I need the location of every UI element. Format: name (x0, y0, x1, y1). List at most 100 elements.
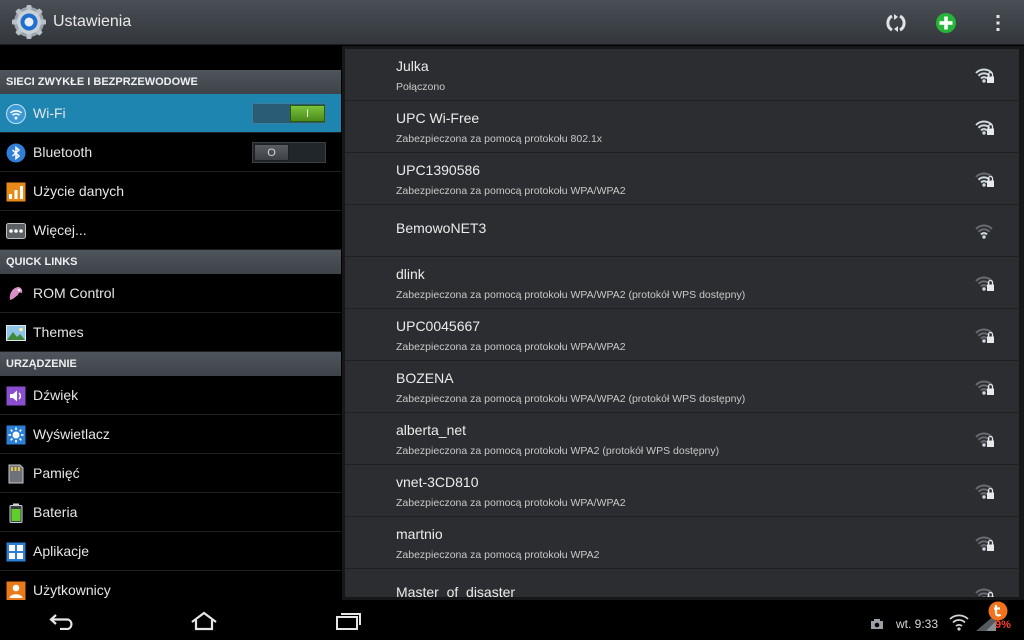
wifi-signal-lock-icon (973, 169, 995, 189)
sidebar-item-label: ROM Control (33, 285, 115, 301)
sidebar-item-users[interactable]: Użytkownicy (0, 571, 341, 600)
wifi-panel: Julka Połączono UPC Wi-Free Zabezpieczona z… (342, 46, 1024, 600)
network-status: Zabezpieczona za pomocą protokołu WPA/WP… (396, 185, 626, 197)
section-header-device: URZĄDZENIE (0, 352, 341, 376)
sidebar-item-label: Więcej... (33, 222, 87, 238)
network-status: Zabezpieczona za pomocą protokołu WPA2 (396, 549, 600, 561)
wifi-signal-lock-icon (973, 585, 995, 597)
wifi-network-row[interactable]: martnio Zabezpieczona za pomocą protokołu… (345, 517, 1019, 569)
screenshot-notification-icon[interactable] (870, 617, 884, 635)
network-name: UPC0045667 (396, 318, 481, 334)
wifi-toggle[interactable]: I (252, 103, 326, 124)
network-status: Zabezpieczona za pomocą protokołu WPA/WP… (396, 341, 626, 353)
section-header-quick-links: QUICK LINKS (0, 250, 341, 274)
sidebar-item-wifi[interactable]: Wi-Fi I (0, 94, 341, 133)
action-bar: Ustawienia (0, 0, 1024, 45)
sidebar-item-label: Wyświetlacz (33, 426, 110, 442)
bluetooth-icon (6, 143, 26, 163)
back-arrow-icon[interactable] (42, 606, 82, 636)
bluetooth-toggle[interactable]: O (252, 142, 326, 163)
wifi-signal-lock-icon (973, 429, 995, 449)
sidebar-item-label: Wi-Fi (33, 105, 66, 121)
more-dots-icon (6, 221, 26, 241)
users-icon (6, 581, 26, 600)
wifi-network-row[interactable]: BOZENA Zabezpieczona za pomocą protokołu … (345, 361, 1019, 413)
settings-gear-icon[interactable] (11, 4, 47, 40)
sidebar-item-label: Użycie danych (33, 183, 125, 199)
toggle-knob: I (290, 105, 325, 122)
wifi-network-row[interactable]: UPC1390586 Zabezpieczona za pomocą protok… (345, 153, 1019, 205)
app-title: Ustawienia (53, 13, 132, 30)
wifi-signal-lock-icon (973, 377, 995, 397)
settings-sidebar: SIECI ZWYKŁE I BEZPRZEWODOWE Wi-Fi I Blu… (0, 46, 341, 600)
battery-percentage: 9% (995, 619, 1011, 631)
sidebar-item-bluetooth[interactable]: Bluetooth O (0, 133, 341, 172)
themes-icon (6, 323, 26, 343)
sound-icon (6, 386, 26, 406)
home-icon[interactable] (184, 606, 224, 636)
battery-icon (6, 503, 26, 523)
wifi-icon (6, 104, 26, 124)
settings-screen: Ustawienia SIECI ZWYKŁE I BEZPRZEWODOWE … (0, 0, 1024, 640)
status-wifi-icon (949, 613, 969, 636)
sidebar-item-label: Użytkownicy (33, 582, 111, 598)
wifi-network-row[interactable]: dlink Zabezpieczona za pomocą protokołu W… (345, 257, 1019, 309)
recent-apps-icon[interactable] (328, 606, 368, 636)
sidebar-item-battery[interactable]: Bateria (0, 493, 341, 532)
network-name: BOZENA (396, 370, 454, 386)
sidebar-item-more[interactable]: Więcej... (0, 211, 341, 250)
network-status: Zabezpieczona za pomocą protokołu WPA/WP… (396, 289, 746, 301)
data-usage-icon (6, 182, 26, 202)
network-name: UPC1390586 (396, 162, 481, 178)
sidebar-item-rom-control[interactable]: ROM Control (0, 274, 341, 313)
network-name: dlink (396, 266, 425, 282)
wifi-network-list[interactable]: Julka Połączono UPC Wi-Free Zabezpieczona z… (345, 49, 1019, 597)
rom-control-icon (6, 284, 26, 304)
sidebar-item-label: Bluetooth (33, 144, 93, 160)
apps-icon (6, 542, 26, 562)
network-status: Zabezpieczona za pomocą protokołu 802.1x (396, 133, 603, 145)
network-name: vnet-3CD810 (396, 474, 479, 490)
network-name: Master_of_disaster (396, 584, 516, 597)
network-status: Zabezpieczona za pomocą protokołu WPA/WP… (396, 497, 626, 509)
network-status: Połączono (396, 81, 446, 93)
network-status: Zabezpieczona za pomocą protokołu WPA2 (… (396, 445, 720, 457)
storage-icon (6, 464, 26, 484)
sidebar-item-sound[interactable]: Dźwięk (0, 376, 341, 415)
wifi-network-row[interactable]: alberta_net Zabezpieczona za pomocą proto… (345, 413, 1019, 465)
sidebar-item-label: Themes (33, 324, 84, 340)
plus-circle-icon[interactable] (931, 8, 961, 38)
vertical-ellipsis-icon[interactable] (983, 8, 1013, 38)
sidebar-item-storage[interactable]: Pamięć (0, 454, 341, 493)
network-name: UPC Wi-Free (396, 110, 480, 126)
wifi-signal-lock-icon (973, 481, 995, 501)
status-clock[interactable]: wt. 9:33 (896, 617, 938, 631)
sidebar-item-label: Pamięć (33, 465, 80, 481)
sidebar-item-display[interactable]: Wyświetlacz (0, 415, 341, 454)
section-header-networks: SIECI ZWYKŁE I BEZPRZEWODOWE (0, 70, 341, 94)
sidebar-item-data-usage[interactable]: Użycie danych (0, 172, 341, 211)
sidebar-item-label: Dźwięk (33, 387, 79, 403)
wifi-signal-lock-icon (973, 273, 995, 293)
refresh-icon[interactable] (881, 8, 911, 38)
wifi-network-row[interactable]: Julka Połączono (345, 49, 1019, 101)
sidebar-item-label: Bateria (33, 504, 78, 520)
wifi-network-row[interactable]: BemowoNET3 (345, 205, 1019, 257)
toggle-knob: O (254, 144, 289, 161)
network-name: martnio (396, 526, 443, 542)
network-status: Zabezpieczona za pomocą protokołu WPA/WP… (396, 393, 746, 405)
network-name: BemowoNET3 (396, 220, 487, 236)
wifi-network-row[interactable]: UPC Wi-Free Zabezpieczona za pomocą proto… (345, 101, 1019, 153)
sidebar-item-themes[interactable]: Themes (0, 313, 341, 352)
wifi-signal-lock-icon (973, 65, 995, 85)
network-name: alberta_net (396, 422, 467, 438)
display-icon (6, 425, 26, 445)
wifi-network-row[interactable]: vnet-3CD810 Zabezpieczona za pomocą proto… (345, 465, 1019, 517)
wifi-signal-lock-icon (973, 117, 995, 137)
wifi-network-row[interactable]: UPC0045667 Zabezpieczona za pomocą protok… (345, 309, 1019, 361)
system-bar: wt. 9:33 (0, 600, 1024, 640)
sidebar-item-apps[interactable]: Aplikacje (0, 532, 341, 571)
wifi-network-row[interactable]: Master_of_disaster (345, 569, 1019, 597)
network-name: Julka (396, 58, 429, 74)
sidebar-item-label: Aplikacje (33, 543, 90, 559)
